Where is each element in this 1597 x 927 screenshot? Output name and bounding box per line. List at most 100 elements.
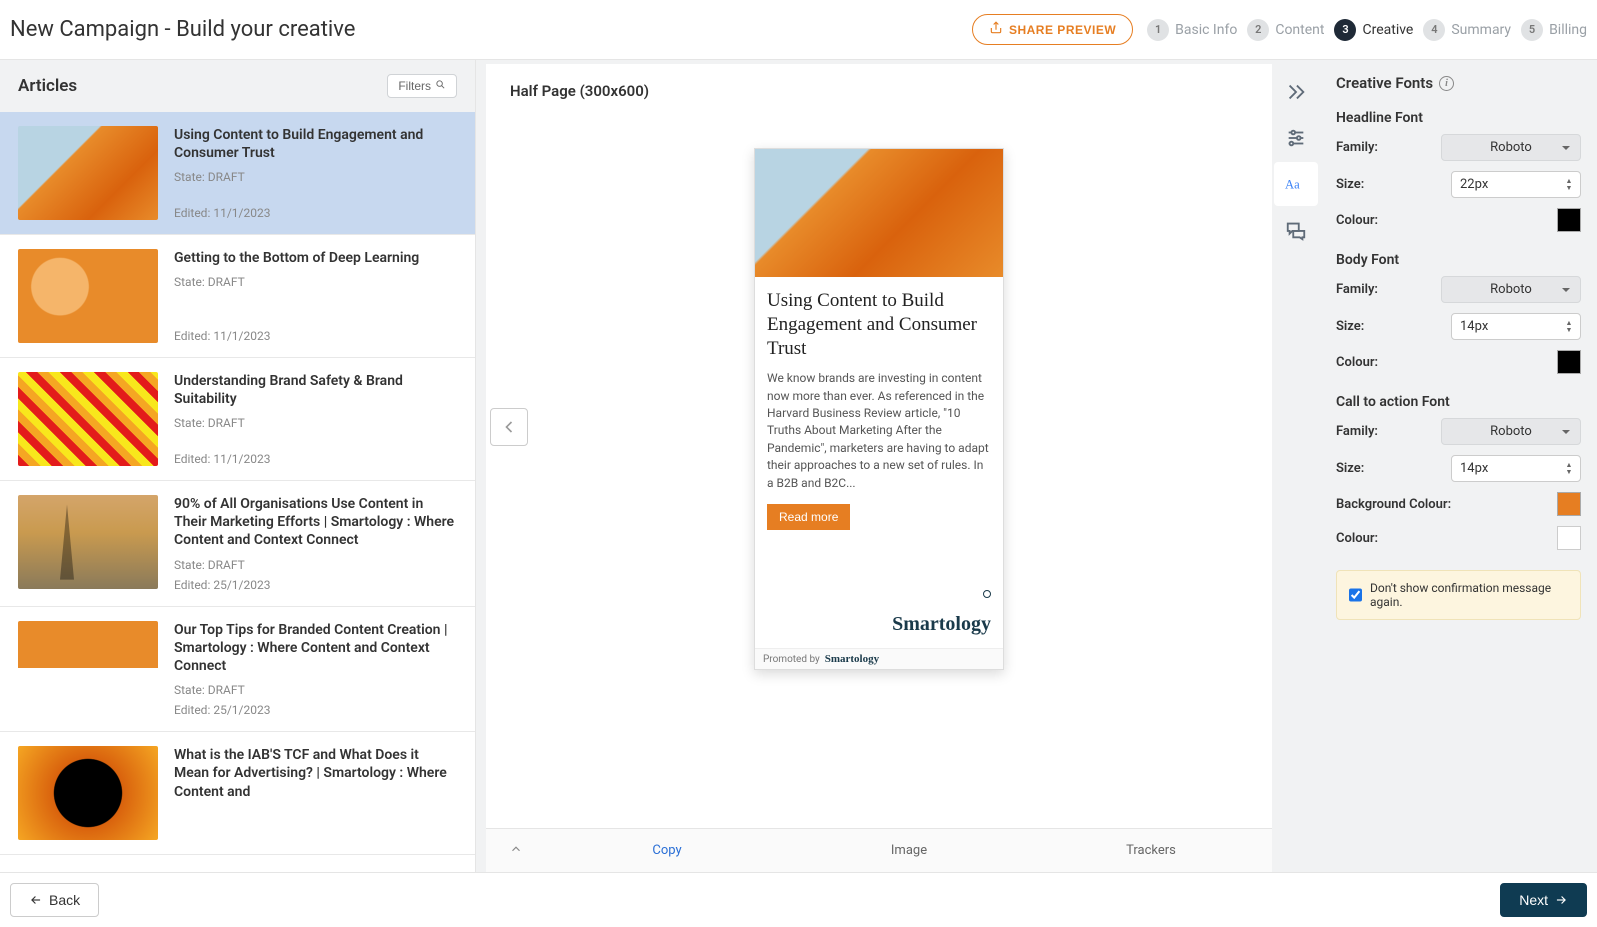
filters-button[interactable]: Filters xyxy=(387,74,457,98)
article-item[interactable]: 90% of All Organisations Use Content in … xyxy=(0,481,475,607)
next-label: Next xyxy=(1519,892,1548,908)
back-button[interactable]: Back xyxy=(10,883,99,917)
arrow-left-icon xyxy=(29,893,43,907)
ad-cta-button[interactable]: Read more xyxy=(767,504,850,530)
headline-size-label: Size: xyxy=(1336,177,1364,192)
cta-colour-swatch[interactable] xyxy=(1557,526,1581,550)
headline-family-dropdown[interactable]: Roboto xyxy=(1441,134,1581,161)
cta-size-input[interactable]: 14px ▲▼ xyxy=(1451,455,1581,482)
fonts-panel: Creative Fonts i Headline Font Family: R… xyxy=(1320,60,1597,872)
top-header: New Campaign - Build your creative SHARE… xyxy=(0,0,1597,60)
preview-bottom-tabs: Copy Image Trackers xyxy=(486,828,1272,872)
body-colour-label: Colour: xyxy=(1336,355,1378,370)
step-number: 3 xyxy=(1334,19,1356,41)
preview-column: Half Page (300x600) Using Content to Bui… xyxy=(486,64,1272,872)
step-number: 4 xyxy=(1423,19,1445,41)
rail-collapse-button[interactable] xyxy=(1274,70,1318,114)
article-meta: 90% of All Organisations Use Content in … xyxy=(174,495,457,592)
step-label: Creative xyxy=(1362,22,1413,38)
article-item[interactable]: Getting to the Bottom of Deep LearningSt… xyxy=(0,235,475,358)
tab-image[interactable]: Image xyxy=(788,843,1030,858)
arrow-right-icon xyxy=(1554,893,1568,907)
rail-sliders-icon[interactable] xyxy=(1274,116,1318,160)
body-family-dropdown[interactable]: Roboto xyxy=(1441,276,1581,303)
headline-colour-swatch[interactable] xyxy=(1557,208,1581,232)
article-meta: Using Content to Build Engagement and Co… xyxy=(174,126,457,220)
step-label: Basic Info xyxy=(1175,22,1237,38)
article-item[interactable]: Using Content to Build Engagement and Co… xyxy=(0,112,475,235)
article-thumbnail xyxy=(18,495,158,589)
headline-size-input[interactable]: 22px ▲▼ xyxy=(1451,171,1581,198)
step-number: 2 xyxy=(1247,19,1269,41)
body-size-input[interactable]: 14px ▲▼ xyxy=(1451,313,1581,340)
back-label: Back xyxy=(49,892,80,908)
confirmation-checkbox[interactable] xyxy=(1349,588,1362,602)
step-number: 1 xyxy=(1147,19,1169,41)
info-icon[interactable]: i xyxy=(1439,76,1454,91)
headline-family-label: Family: xyxy=(1336,140,1378,155)
cta-family-label: Family: xyxy=(1336,424,1378,439)
headline-size-value: 22px xyxy=(1460,177,1488,192)
cta-size-value: 14px xyxy=(1460,461,1488,476)
article-edited: Edited: 11/1/2023 xyxy=(174,452,457,466)
next-button[interactable]: Next xyxy=(1500,883,1587,917)
step-billing[interactable]: 5Billing xyxy=(1521,19,1587,41)
rail-fonts-icon[interactable]: Aa xyxy=(1274,162,1318,206)
footer: Back Next xyxy=(0,872,1597,927)
filters-label: Filters xyxy=(398,79,431,93)
step-creative[interactable]: 3 Creative xyxy=(1334,19,1413,41)
cta-bg-swatch[interactable] xyxy=(1557,492,1581,516)
cta-family-dropdown[interactable]: Roboto xyxy=(1441,418,1581,445)
spinner-icon[interactable]: ▲▼ xyxy=(1562,316,1576,337)
share-icon xyxy=(989,21,1003,38)
article-item[interactable]: Our Top Tips for Branded Content Creatio… xyxy=(0,607,475,733)
cta-font-section: Call to action Font Family: Roboto Size:… xyxy=(1336,394,1581,550)
body-size-label: Size: xyxy=(1336,319,1364,334)
rail-chat-icon[interactable] xyxy=(1274,208,1318,252)
headline-font-section: Headline Font Family: Roboto Size: 22px … xyxy=(1336,110,1581,232)
share-preview-button[interactable]: SHARE PREVIEW xyxy=(972,14,1133,45)
articles-title: Articles xyxy=(18,76,77,96)
ad-headline: Using Content to Build Engagement and Co… xyxy=(767,289,991,360)
step-summary[interactable]: 4Summary xyxy=(1423,19,1511,41)
spinner-icon[interactable]: ▲▼ xyxy=(1562,458,1576,479)
confirmation-notice: Don't show confirmation message again. xyxy=(1336,570,1581,620)
article-title: What is the IAB'S TCF and What Does it M… xyxy=(174,746,457,801)
article-title: Understanding Brand Safety & Brand Suita… xyxy=(174,372,457,408)
ad-preview-card: Using Content to Build Engagement and Co… xyxy=(754,148,1004,670)
svg-text:Aa: Aa xyxy=(1285,178,1300,192)
cta-size-label: Size: xyxy=(1336,461,1364,476)
body-font-section: Body Font Family: Roboto Size: 14px ▲▼ C… xyxy=(1336,252,1581,374)
articles-header: Articles Filters xyxy=(0,60,475,112)
preview-size-label: Half Page (300x600) xyxy=(486,64,1272,118)
prev-creative-button[interactable] xyxy=(490,408,528,446)
promoted-bar: Promoted by Smartology xyxy=(755,648,1003,669)
step-label: Content xyxy=(1275,22,1324,38)
article-title: Using Content to Build Engagement and Co… xyxy=(174,126,457,162)
article-title: 90% of All Organisations Use Content in … xyxy=(174,495,457,550)
step-basic-info[interactable]: 1 Basic Info xyxy=(1147,19,1237,41)
articles-list[interactable]: Using Content to Build Engagement and Co… xyxy=(0,112,475,872)
article-edited: Edited: 11/1/2023 xyxy=(174,329,457,343)
step-label: Billing xyxy=(1549,22,1587,38)
body-colour-swatch[interactable] xyxy=(1557,350,1581,374)
collapse-tabs-button[interactable] xyxy=(486,841,546,860)
spinner-icon[interactable]: ▲▼ xyxy=(1562,174,1576,195)
cta-colour-label: Colour: xyxy=(1336,531,1378,546)
article-meta: Getting to the Bottom of Deep LearningSt… xyxy=(174,249,457,343)
promoted-brand: Smartology xyxy=(825,653,879,665)
tab-copy[interactable]: Copy xyxy=(546,843,788,858)
fonts-panel-title-text: Creative Fonts xyxy=(1336,74,1433,92)
article-meta: Understanding Brand Safety & Brand Suita… xyxy=(174,372,457,466)
main-region: Articles Filters Using Content to Build … xyxy=(0,60,1597,872)
headline-section-label: Headline Font xyxy=(1336,110,1581,126)
article-edited: Edited: 25/1/2023 xyxy=(174,703,457,717)
body-size-value: 14px xyxy=(1460,319,1488,334)
article-item[interactable]: Understanding Brand Safety & Brand Suita… xyxy=(0,358,475,481)
step-content[interactable]: 2 Content xyxy=(1247,19,1324,41)
tab-trackers[interactable]: Trackers xyxy=(1030,843,1272,858)
articles-column: Articles Filters Using Content to Build … xyxy=(0,60,476,872)
article-thumbnail xyxy=(18,746,158,840)
article-item[interactable]: What is the IAB'S TCF and What Does it M… xyxy=(0,732,475,855)
ad-image xyxy=(755,149,1003,277)
